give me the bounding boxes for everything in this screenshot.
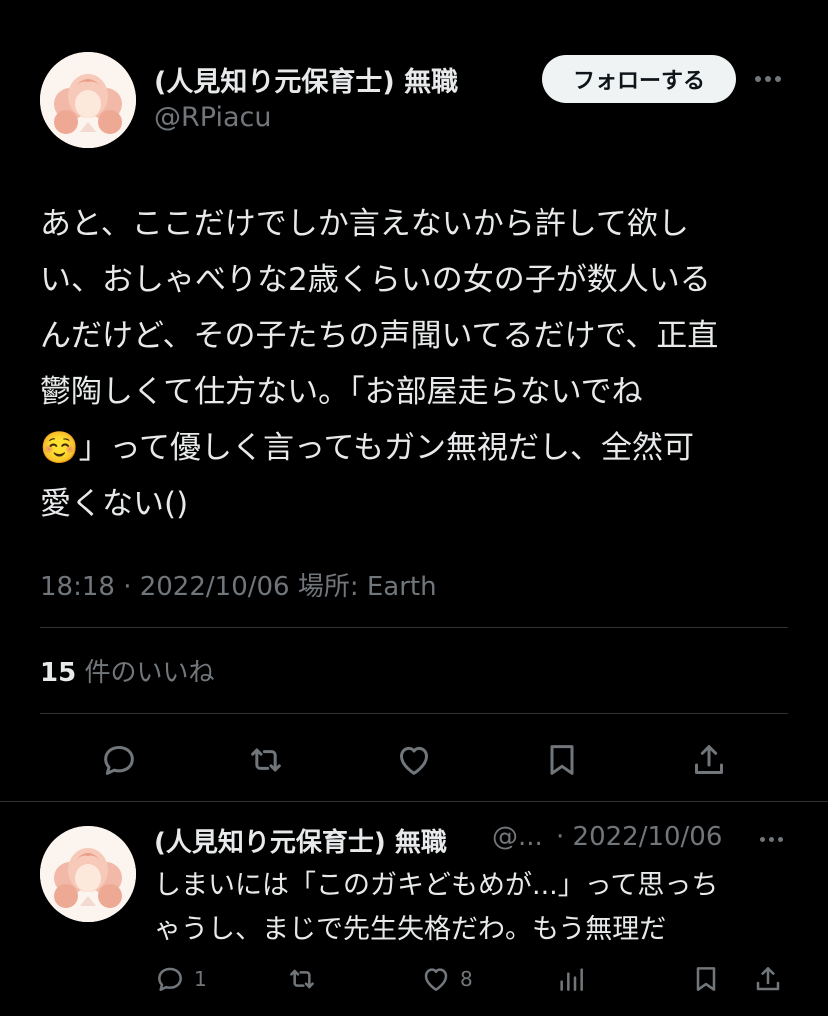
reply-author-display-name[interactable]: (人見知り元保育士) 無職 — [154, 822, 447, 859]
reply-text: しまいには「このガキどもめが...」って思っち ゃうし、まじで先生失格だわ。もう… — [154, 864, 794, 952]
like-button[interactable] — [394, 740, 434, 780]
retweet-icon — [290, 969, 314, 989]
tweet-text-line: い、おしゃべりな2歳くらいの女の子が数人いる — [40, 262, 711, 298]
retweet-button[interactable] — [246, 740, 286, 780]
reply-bookmark-button[interactable] — [690, 963, 722, 995]
divider — [40, 627, 788, 628]
bookmark-icon — [550, 745, 574, 775]
tweet-text-line: 鬱陶しくて仕方ない。「お部屋走らないでね — [40, 374, 643, 410]
tweet-text-line: ☺️」って優しく言ってもガン無視だし、全然可 — [40, 430, 694, 466]
share-icon — [756, 967, 780, 991]
reply-button[interactable] — [99, 740, 139, 780]
more-icon[interactable] — [755, 76, 781, 82]
bookmark-icon — [696, 967, 716, 991]
reply-text-line: ゃうし、まじで先生失格だわ。もう無理だ — [154, 914, 667, 945]
bookmark-button[interactable] — [542, 740, 582, 780]
reply-count: 1 — [194, 967, 207, 991]
tweet-text-line: あと、ここだけでしか言えないから許して欲し — [40, 206, 689, 242]
divider — [0, 801, 828, 802]
analytics-icon — [560, 968, 583, 991]
reply-date[interactable]: · 2022/10/06 — [556, 822, 722, 852]
likes-summary[interactable]: 15 件のいいね — [40, 652, 214, 689]
author-avatar[interactable] — [40, 52, 136, 148]
reply-author-handle[interactable]: @... — [492, 822, 543, 852]
share-icon — [695, 745, 723, 774]
reply-icon — [104, 746, 134, 775]
follow-button[interactable]: フォローする — [542, 55, 736, 103]
reply-text-line: しまいには「このガキどもめが...」って思っち — [154, 870, 719, 901]
reply-author-avatar[interactable] — [40, 826, 136, 922]
like-count: 8 — [460, 967, 473, 991]
author-handle[interactable]: @RPiacu — [154, 102, 271, 133]
likes-count: 15 — [40, 658, 77, 688]
tweet-timestamp-location[interactable]: 18:18 · 2022/10/06 場所: Earth — [40, 566, 437, 603]
tweet-text-line: 愛くない() — [40, 486, 189, 522]
author-display-name[interactable]: (人見知り元保育士) 無職 — [154, 60, 458, 99]
divider — [40, 713, 788, 714]
reply-share-button[interactable] — [752, 963, 784, 995]
heart-icon — [400, 746, 428, 775]
reply-views-button[interactable] — [555, 963, 587, 995]
likes-label: 件のいいね — [84, 658, 215, 688]
heart-icon — [424, 968, 448, 991]
reply-icon — [158, 967, 182, 991]
tweet-text-line: んだけど、その子たちの声聞いてるだけで、正直 — [40, 318, 719, 354]
reply-reply-button[interactable]: 1 — [154, 963, 207, 995]
tweet-text: あと、ここだけでしか言えないから許して欲し い、おしゃべりな2歳くらいの女の子が… — [40, 196, 790, 532]
reply-retweet-button[interactable] — [286, 963, 318, 995]
retweet-icon — [251, 748, 281, 772]
reply-like-button[interactable]: 8 — [420, 963, 473, 995]
more-icon[interactable] — [760, 837, 783, 842]
share-button[interactable] — [689, 740, 729, 780]
